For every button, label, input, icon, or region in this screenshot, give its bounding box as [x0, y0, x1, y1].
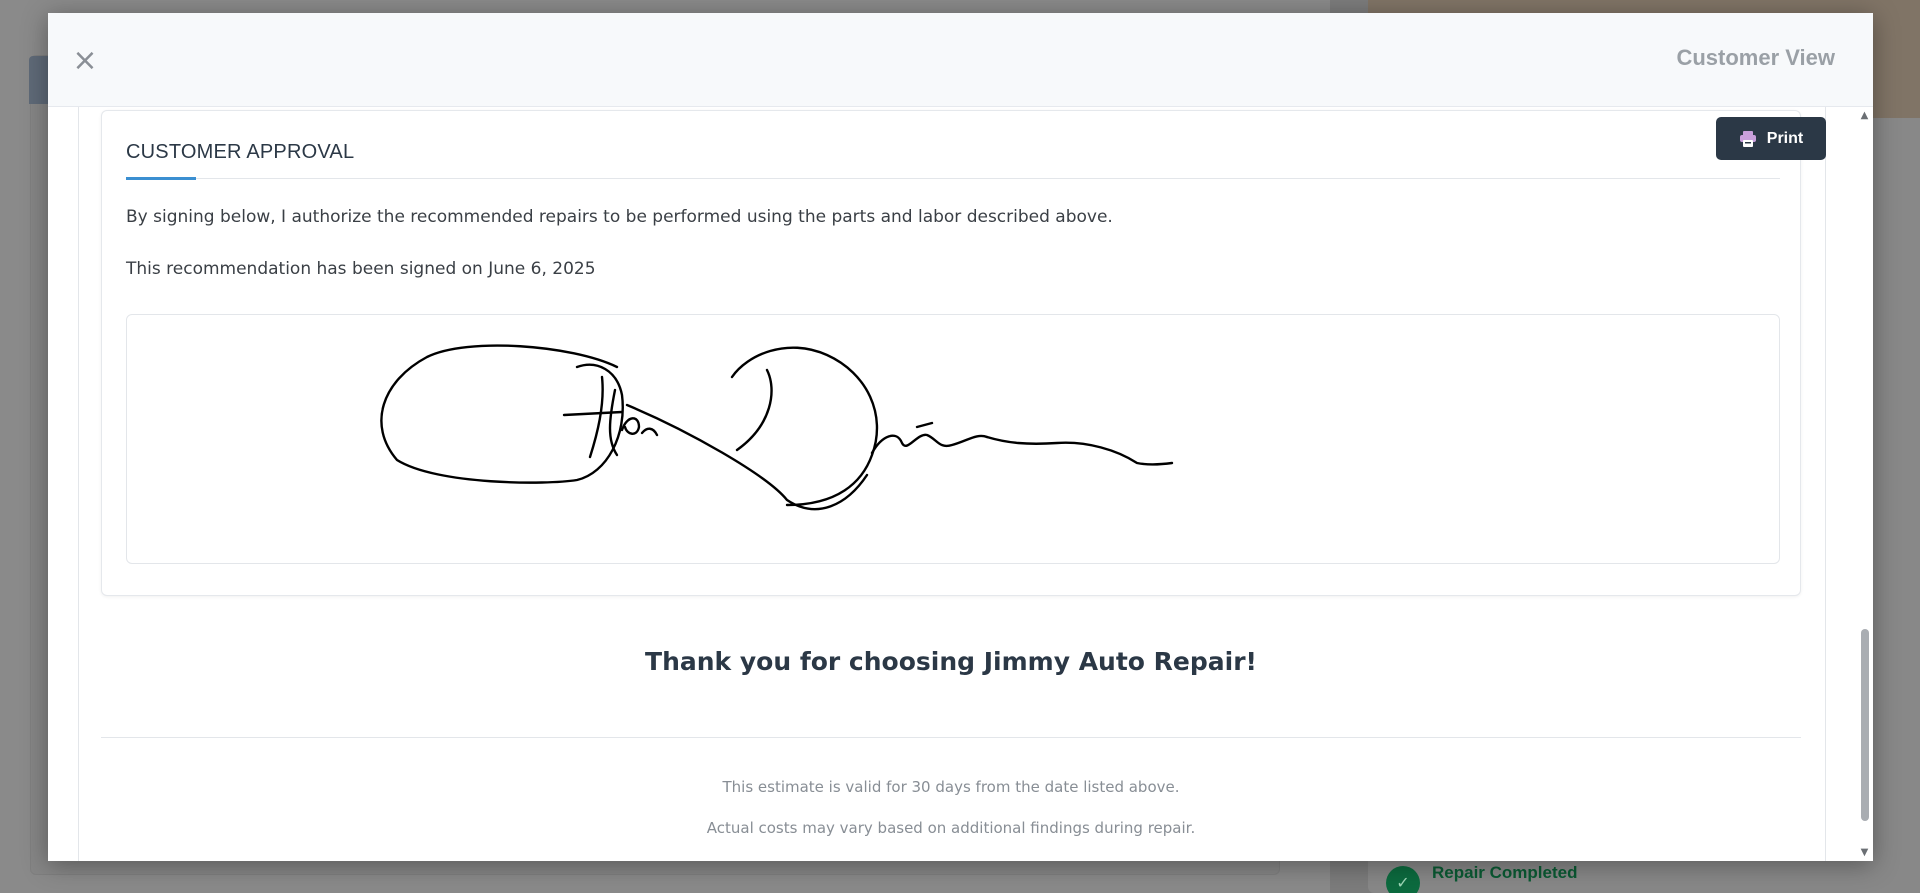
- signature-box: [126, 314, 1780, 564]
- thank-you-message: Thank you for choosing Jimmy Auto Repair…: [645, 647, 1257, 676]
- scroll-down-icon[interactable]: ▼: [1856, 844, 1873, 861]
- validity-notice: This estimate is valid for 30 days from …: [722, 778, 1180, 796]
- customer-signature: [380, 344, 1174, 511]
- customer-view-modal: × Customer View CUSTOMER APPROVAL By sig…: [48, 13, 1873, 861]
- print-button-label: Print: [1766, 129, 1804, 147]
- footer-divider: [101, 737, 1801, 738]
- title-divider: [126, 178, 1780, 179]
- section-title: CUSTOMER APPROVAL: [126, 141, 355, 163]
- modal-body[interactable]: CUSTOMER APPROVAL By signing below, I au…: [48, 107, 1873, 861]
- status-label: Repair Completed: [1432, 862, 1578, 882]
- modal-header: × Customer View: [48, 13, 1873, 107]
- close-icon: ×: [72, 42, 98, 78]
- vertical-scrollbar[interactable]: ▲ ▼: [1856, 107, 1873, 861]
- modal-title: Customer View: [1676, 45, 1835, 70]
- background-status: ✓ Repair Completed: [1368, 860, 1768, 893]
- cost-disclaimer: Actual costs may vary based on additiona…: [706, 819, 1196, 837]
- check-circle-icon: ✓: [1386, 865, 1420, 893]
- customer-approval-card: CUSTOMER APPROVAL By signing below, I au…: [101, 110, 1801, 596]
- authorization-text: By signing below, I authorize the recomm…: [126, 207, 1113, 227]
- scroll-up-icon[interactable]: ▲: [1856, 107, 1873, 124]
- scroll-thumb[interactable]: [1861, 629, 1869, 821]
- signed-date-text: This recommendation has been signed on J…: [126, 259, 596, 279]
- title-accent-bar: [126, 177, 196, 180]
- close-button[interactable]: ×: [68, 42, 102, 78]
- printer-icon: [1739, 130, 1757, 147]
- print-button[interactable]: Print: [1716, 117, 1826, 160]
